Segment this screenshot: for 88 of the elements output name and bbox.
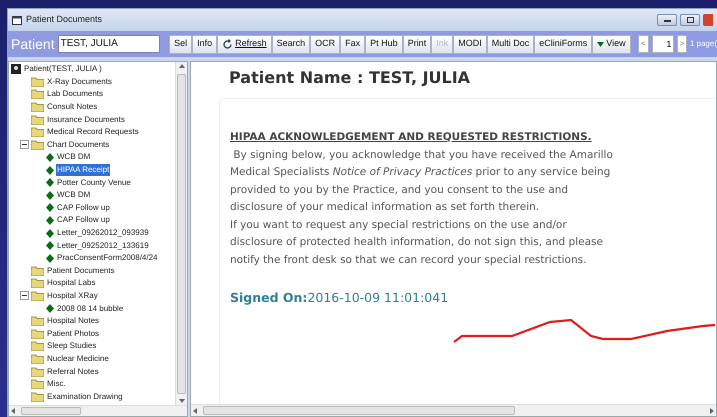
tree-root[interactable]: Patient(TEST, JULIA ) bbox=[24, 63, 102, 76]
tree-item[interactable]: WCB DM bbox=[56, 189, 92, 202]
toolbar-button[interactable]: Info bbox=[192, 34, 218, 54]
tree-item[interactable]: Lab Documents bbox=[46, 88, 104, 100]
tree-item[interactable]: WCB DM bbox=[56, 151, 92, 164]
tree-item[interactable]: Referral Notes bbox=[46, 366, 100, 378]
tree-item[interactable]: Hospital Notes bbox=[46, 315, 100, 328]
toolbar-button[interactable]: Sel bbox=[169, 34, 192, 54]
horizontal-scrollbar[interactable] bbox=[191, 404, 716, 416]
toolbar-button[interactable]: Search bbox=[272, 34, 310, 54]
toolbar-button[interactable]: OCR bbox=[310, 34, 340, 54]
expand-toggle[interactable] bbox=[20, 140, 29, 150]
page-number-field[interactable]: 1 bbox=[652, 35, 674, 53]
patient-label: Patient bbox=[11, 34, 55, 54]
folder-icon bbox=[31, 266, 44, 276]
previous-page-button[interactable]: < bbox=[638, 35, 649, 53]
next-page-button[interactable]: > bbox=[677, 35, 687, 53]
tree-item[interactable]: Potter County Venue bbox=[56, 176, 132, 189]
folder-icon bbox=[31, 114, 44, 125]
toolbar-button[interactable]: View bbox=[592, 34, 631, 54]
tree-item[interactable]: Chart Documents bbox=[46, 138, 110, 151]
folder-icon bbox=[31, 354, 44, 364]
folder-icon bbox=[31, 140, 44, 150]
toolbar-button[interactable]: Refresh bbox=[217, 34, 272, 54]
toolbar-button[interactable]: Pt Hub bbox=[365, 34, 403, 54]
tree-item[interactable]: Patient Documents bbox=[46, 264, 116, 277]
tree-item[interactable]: Letter_09252012_133619 bbox=[56, 240, 150, 252]
folder-icon bbox=[31, 76, 44, 87]
tree-item[interactable]: Medical Record Requests bbox=[46, 126, 140, 138]
folder-icon bbox=[31, 89, 44, 100]
toolbar-button[interactable]: Print bbox=[402, 34, 432, 54]
tree-item[interactable]: 2008 08 14 bubble bbox=[56, 302, 124, 315]
toolbar-button[interactable]: eCliniForms bbox=[534, 34, 592, 54]
tree-item[interactable]: Insurance Documents bbox=[46, 114, 126, 126]
tree-item[interactable]: Examination Drawing bbox=[46, 390, 124, 403]
caret-icon bbox=[597, 42, 604, 46]
window-title: Patient Documents bbox=[26, 13, 102, 26]
document-paragraph: If you want to request any special restrictions on the use and/or disclosure of protected health information, do not sign this, and please notify the front desk so that we can record your special restrictions. bbox=[230, 218, 604, 268]
folder-icon bbox=[31, 290, 44, 301]
maximize-button[interactable] bbox=[680, 14, 700, 26]
patient-name-heading: Patient Name : TEST, JULIA bbox=[229, 68, 472, 88]
folder-icon bbox=[31, 316, 44, 326]
folder-icon bbox=[31, 328, 44, 339]
tree-item[interactable]: Letter_09262012_093939 bbox=[56, 227, 150, 240]
minimize-icon bbox=[664, 18, 670, 22]
folder-icon bbox=[31, 102, 44, 112]
minus-icon bbox=[22, 293, 27, 298]
folder-icon bbox=[31, 127, 44, 138]
document-heading: HIPAA ACKNOWLEDGEMENT AND REQUESTED RESTRICTIONS. bbox=[230, 130, 593, 145]
left-arrow-icon[interactable] bbox=[11, 408, 15, 414]
signed-on-text: Signed On:2016-10-09 11:01:041 bbox=[230, 289, 450, 307]
tree-item[interactable]: Hospital Labs bbox=[46, 277, 96, 290]
folder-icon bbox=[31, 341, 44, 352]
up-arrow-icon[interactable] bbox=[178, 64, 184, 68]
tree-item[interactable]: PracConsentForm2008/4/24 bbox=[56, 252, 158, 264]
vertical-scrollbar[interactable] bbox=[175, 62, 187, 405]
tree-item[interactable]: Consult Notes bbox=[46, 101, 98, 114]
tree-item[interactable]: Hospital XRay bbox=[46, 290, 99, 302]
tree-item[interactable]: X-Ray Documents bbox=[46, 76, 113, 88]
page-count: 1 page( bbox=[690, 38, 717, 50]
tree-item[interactable]: Nuclear Medicine bbox=[46, 352, 110, 365]
folder-icon bbox=[31, 379, 44, 390]
horizontal-scrollbar[interactable] bbox=[9, 405, 187, 416]
window-app-icon bbox=[12, 16, 22, 24]
down-arrow-icon[interactable] bbox=[178, 399, 184, 403]
toolbar-button[interactable]: Multi Doc bbox=[486, 34, 534, 54]
patient-icon bbox=[11, 64, 21, 74]
document-paragraph: By signing below, you acknowledge that you have received the Amarillo Medical Specialists Notice of Privacy Practices prior to any service being provided to you by the Practice, and you consent to the use and disclosure of your medical information as set forth therein. bbox=[230, 148, 614, 215]
patient-field[interactable]: TEST, JULIA bbox=[58, 35, 160, 53]
expand-toggle[interactable] bbox=[20, 291, 29, 300]
toolbar-button[interactable]: MODI bbox=[453, 34, 487, 54]
tree-item[interactable]: Sleep Studies bbox=[46, 340, 98, 352]
tree-item[interactable]: Patient Photos bbox=[46, 328, 100, 340]
minus-icon bbox=[22, 142, 27, 148]
right-arrow-icon[interactable] bbox=[710, 408, 714, 414]
refresh-icon bbox=[222, 38, 234, 50]
folder-icon bbox=[31, 366, 44, 377]
folder-icon bbox=[31, 278, 44, 288]
tree-item[interactable]: CAP Follow up bbox=[56, 202, 111, 214]
tree-item[interactable]: CAP Follow up bbox=[56, 214, 111, 226]
tree-item[interactable]: HIPAA Receipt bbox=[56, 164, 110, 176]
folder-icon bbox=[31, 392, 44, 402]
minimize-button[interactable] bbox=[657, 14, 677, 26]
document-icon bbox=[46, 304, 54, 314]
toolbar-button[interactable]: Fax bbox=[340, 34, 366, 54]
maximize-icon bbox=[686, 17, 694, 23]
left-arrow-icon[interactable] bbox=[193, 408, 197, 414]
tree-item[interactable]: Misc. bbox=[46, 378, 67, 390]
